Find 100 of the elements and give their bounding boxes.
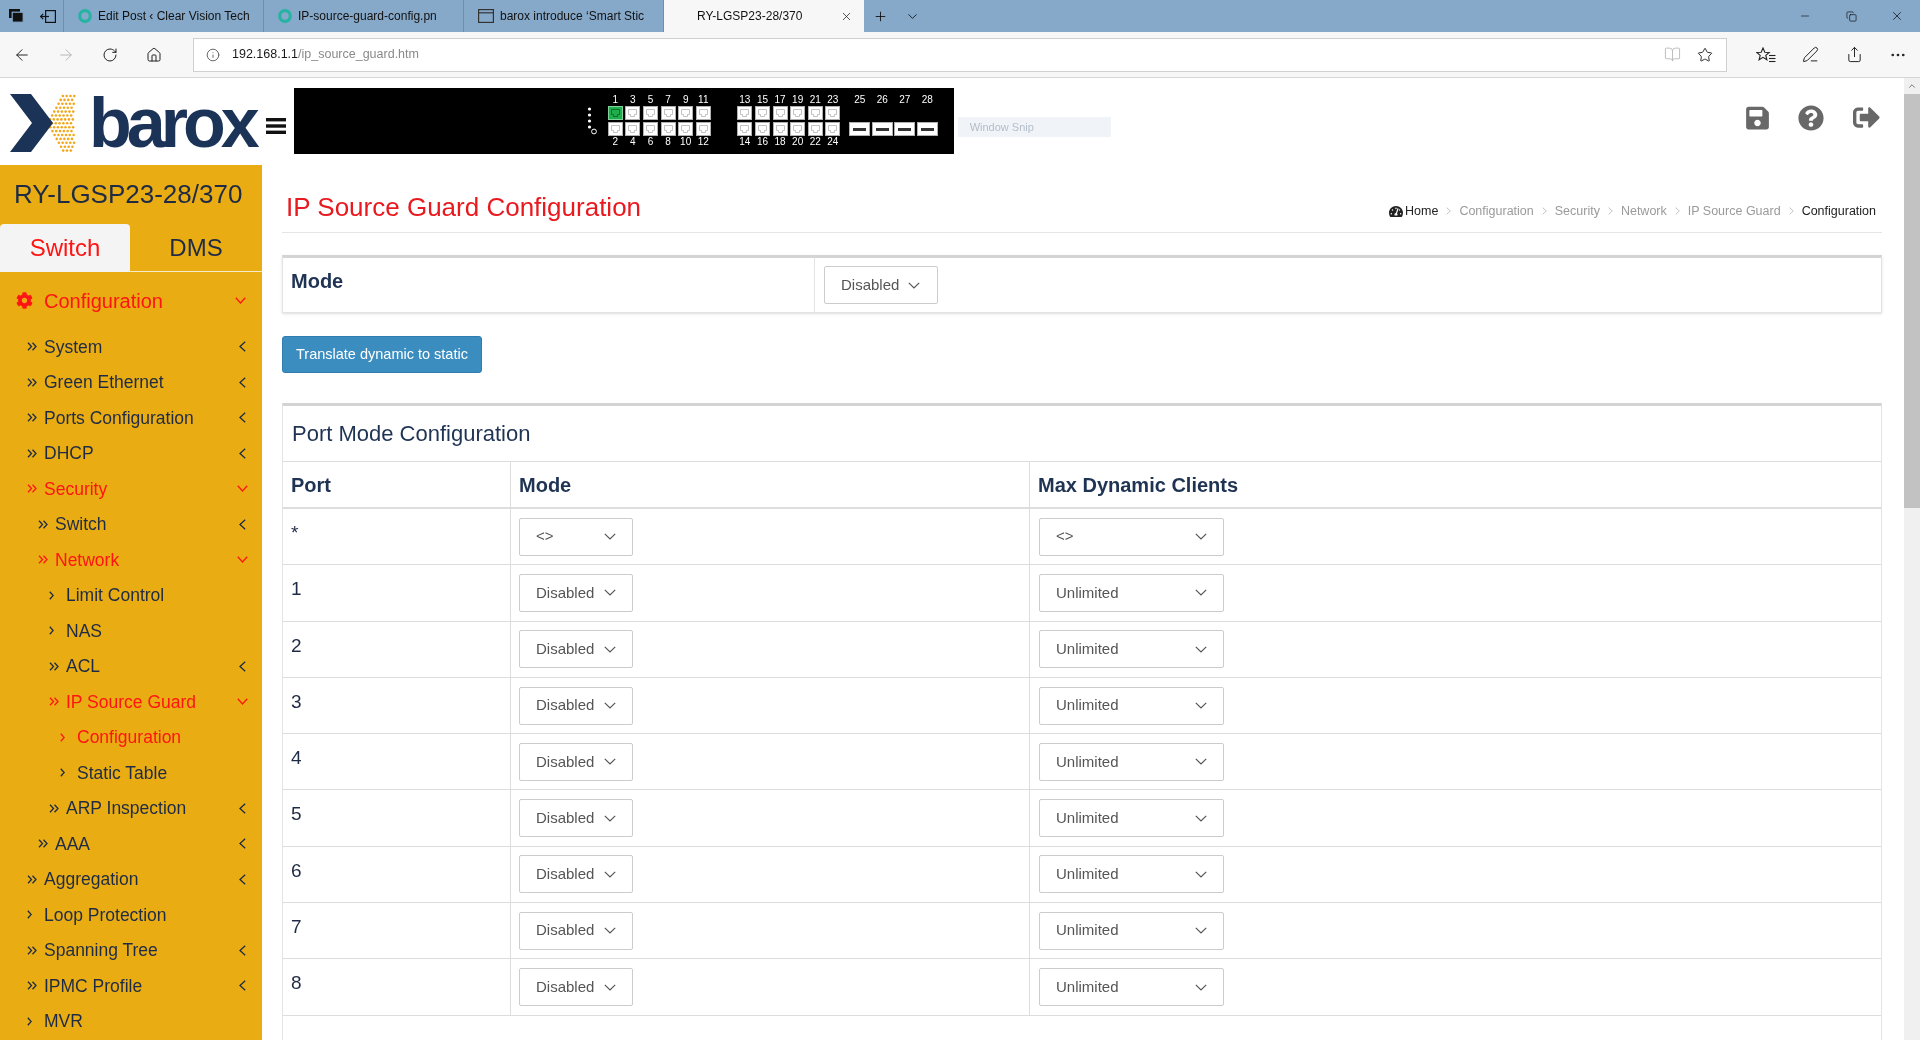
ethernet-port-icon[interactable] [625, 106, 641, 120]
address-bar[interactable]: 192.168.1.1/ip_source_guard.htm [193, 37, 1727, 72]
save-icon[interactable] [1746, 104, 1769, 131]
double-chevron-icon [27, 377, 37, 387]
max-clients-dropdown[interactable]: Unlimited [1039, 911, 1224, 950]
ethernet-port-icon[interactable] [737, 106, 753, 120]
mode-dropdown[interactable]: Disabled [519, 799, 633, 838]
ethernet-port-icon[interactable] [660, 122, 676, 136]
port-number: 18 [774, 136, 786, 148]
menu-item[interactable]: Switch [0, 506, 262, 542]
mode-dropdown[interactable]: Disabled [519, 630, 633, 669]
translate-button[interactable]: Translate dynamic to static [282, 336, 482, 373]
menu-item[interactable]: Spanning Tree [0, 932, 262, 968]
help-icon[interactable] [1798, 104, 1824, 131]
favorites-icon[interactable] [1756, 46, 1776, 63]
ethernet-port-icon[interactable] [754, 122, 770, 136]
plus-icon[interactable] [872, 8, 888, 24]
star-icon[interactable] [1697, 46, 1713, 63]
chevron-up-icon[interactable] [1907, 81, 1917, 91]
mode-dropdown[interactable]: Disabled [519, 911, 633, 950]
mode-dropdown[interactable]: Disabled [519, 968, 633, 1006]
max-clients-dropdown[interactable]: Unlimited [1039, 686, 1224, 725]
sfp-port-icon[interactable] [871, 122, 893, 136]
menu-item[interactable]: Ports Configuration [0, 400, 262, 436]
ethernet-port-icon[interactable] [678, 122, 694, 136]
port-number: 13 [739, 94, 751, 106]
ethernet-port-icon[interactable] [807, 106, 823, 120]
ethernet-port-icon[interactable] [790, 122, 806, 136]
ethernet-port-icon[interactable] [807, 122, 823, 136]
mode-dropdown[interactable]: Disabled [519, 855, 633, 894]
chevron-down-icon [604, 589, 616, 597]
chevron-right-icon [60, 732, 65, 742]
sfp-port-icon[interactable] [916, 122, 938, 136]
sidebar-tab[interactable]: Switch [0, 224, 130, 272]
mode-dropdown[interactable]: Disabled [824, 266, 938, 304]
ring-icon [78, 9, 92, 23]
ethernet-port-icon[interactable] [737, 122, 753, 136]
ethernet-port-icon[interactable] [695, 122, 711, 136]
scrollbar-thumb[interactable] [1904, 94, 1920, 508]
menu-item[interactable]: Aggregation [0, 861, 262, 897]
max-clients-dropdown[interactable]: Unlimited [1039, 573, 1224, 612]
mode-dropdown[interactable]: Disabled [519, 573, 633, 612]
double-chevron-icon [27, 413, 37, 423]
ethernet-port-icon[interactable] [625, 122, 641, 136]
stacked-windows-icon[interactable] [8, 9, 24, 23]
chevron-down-icon [604, 758, 616, 766]
ethernet-port-icon[interactable] [790, 106, 806, 120]
breadcrumb-current: Configuration [1801, 203, 1876, 220]
mode-dropdown[interactable]: Disabled [519, 686, 633, 725]
menu-item[interactable]: Static Table [0, 755, 262, 791]
port-number: 4 [630, 136, 636, 148]
ethernet-port-icon[interactable] [660, 106, 676, 120]
ethernet-port-icon[interactable] [772, 122, 788, 136]
max-clients-dropdown[interactable]: Unlimited [1039, 799, 1224, 838]
ethernet-port-icon[interactable] [754, 106, 770, 120]
info-icon[interactable] [206, 47, 220, 62]
ethernet-port-icon[interactable] [772, 106, 788, 120]
mode-dropdown[interactable]: Disabled [519, 742, 633, 781]
ethernet-port-icon[interactable] [695, 106, 711, 120]
share-icon[interactable] [1845, 46, 1863, 63]
close-icon[interactable] [1890, 9, 1904, 23]
max-clients-dropdown[interactable]: Unlimited [1039, 742, 1224, 781]
menu-item[interactable]: Green Ethernet [0, 364, 262, 400]
ethernet-port-icon[interactable] [607, 106, 623, 120]
ethernet-port-icon[interactable] [825, 122, 841, 136]
refresh-icon[interactable] [102, 46, 118, 63]
max-clients-dropdown[interactable]: Unlimited [1039, 968, 1224, 1006]
menu-item[interactable]: ARP Inspection [0, 790, 262, 826]
sfp-port-icon[interactable] [849, 122, 871, 136]
menu-item[interactable]: Limit Control [0, 577, 262, 613]
port-number: 15 [756, 94, 768, 106]
max-clients-dropdown[interactable]: Unlimited [1039, 855, 1224, 894]
menu-item[interactable]: MVR [0, 1003, 262, 1039]
menu-icon[interactable] [265, 118, 286, 134]
breadcrumb-link[interactable]: Home [1389, 202, 1439, 221]
sfp-port-icon[interactable] [894, 122, 916, 136]
port-number: 5 [647, 94, 654, 106]
menu-item[interactable]: NAS [0, 613, 262, 649]
menu-item[interactable]: IPMC Profile [0, 968, 262, 1004]
browser-tab[interactable]: RY-LGSP23-28/370 [664, 0, 864, 32]
double-chevron-icon [27, 874, 37, 884]
logout-icon[interactable] [1853, 104, 1880, 131]
port-number: 22 [809, 136, 821, 148]
max-clients-dropdown[interactable]: Unlimited [1039, 630, 1224, 669]
chevron-down-icon [1195, 814, 1207, 822]
mode-dropdown[interactable]: <> [519, 517, 633, 556]
menu-item[interactable]: Loop Protection [0, 897, 262, 933]
ethernet-port-icon[interactable] [678, 106, 694, 120]
menu-item[interactable]: ACL [0, 648, 262, 684]
ethernet-port-icon[interactable] [607, 122, 623, 136]
chevron-right-icon [1674, 207, 1680, 216]
ethernet-port-icon[interactable] [825, 106, 841, 120]
menu-item[interactable]: DHCP [0, 435, 262, 471]
menu-item[interactable]: AAA [0, 826, 262, 862]
pen-icon[interactable] [1801, 46, 1819, 63]
menu-item[interactable]: System [0, 329, 262, 365]
home-icon[interactable] [146, 46, 162, 63]
restore-icon[interactable] [1845, 10, 1857, 22]
window-arrow-icon[interactable] [39, 9, 56, 23]
max-clients-dropdown[interactable]: <> [1039, 517, 1224, 556]
